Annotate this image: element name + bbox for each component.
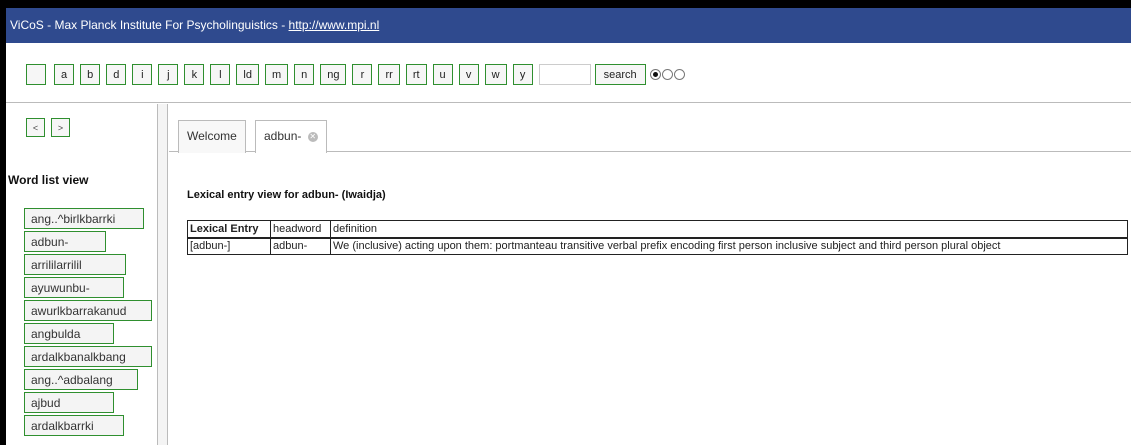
letter-button[interactable]: v	[458, 64, 479, 85]
table-header-row: Lexical Entry headword definition	[187, 220, 1128, 239]
word-list-item[interactable]: ang..^adbalang	[24, 369, 138, 390]
letter-buttons: a b d i j k l ld m n ng r rr rt u v w y …	[26, 64, 686, 85]
table-row: [adbun-] adbun- We (inclusive) acting up…	[187, 237, 1128, 255]
letter-button[interactable]: rt	[405, 64, 427, 85]
tab-welcome[interactable]: Welcome	[178, 120, 246, 153]
table-cell: [adbun-]	[187, 237, 271, 255]
table-cell: We (inclusive) acting upon them: portman…	[330, 237, 1128, 255]
pane-splitter[interactable]	[158, 104, 168, 445]
column-header: definition	[330, 220, 1128, 239]
entry-view-title: Lexical entry view for adbun- (Iwaidja)	[187, 189, 386, 201]
letter-button-blank[interactable]	[26, 64, 46, 85]
word-list: ang..^birlkbarrki adbun- arrililarrilil …	[24, 208, 152, 438]
letter-button[interactable]: i	[132, 64, 153, 85]
letter-button[interactable]: y	[512, 64, 533, 85]
word-list-item[interactable]: ayuwunbu-	[24, 277, 124, 298]
title-text: ViCoS - Max Planck Institute For Psychol…	[10, 18, 289, 32]
letter-button[interactable]: n	[294, 64, 315, 85]
prev-page-button[interactable]: <	[26, 118, 45, 137]
close-icon[interactable]: ✕	[307, 132, 318, 142]
main-panel: Welcome adbun- ✕ Lexical entry view for …	[169, 104, 1131, 445]
letter-button[interactable]: rr	[378, 64, 400, 85]
letter-button[interactable]: b	[80, 64, 101, 85]
word-list-item[interactable]: angbulda	[24, 323, 114, 344]
letter-button[interactable]: u	[432, 64, 453, 85]
letter-button[interactable]: ld	[236, 64, 259, 85]
letter-button[interactable]: a	[54, 64, 75, 85]
lexical-entry-table: Lexical Entry headword definition [adbun…	[187, 220, 1128, 255]
tab-label: adbun-	[264, 129, 302, 143]
letter-button[interactable]: j	[158, 64, 179, 85]
letter-button[interactable]: r	[352, 64, 373, 85]
table-cell: adbun-	[270, 237, 331, 255]
app-window: ViCoS - Max Planck Institute For Psychol…	[6, 8, 1131, 445]
column-header: Lexical Entry	[187, 220, 271, 239]
pager: < >	[26, 118, 76, 137]
search-input[interactable]	[538, 64, 591, 85]
tab-label: Welcome	[187, 129, 237, 143]
letter-toolbar: a b d i j k l ld m n ng r rr rt u v w y …	[6, 43, 1131, 103]
search-mode-radio-3[interactable]	[673, 69, 685, 80]
word-list-item[interactable]: ang..^birlkbarrki	[24, 208, 144, 229]
column-header: headword	[270, 220, 331, 239]
title-link[interactable]: http://www.mpi.nl	[289, 18, 380, 32]
word-list-item[interactable]: adbun-	[24, 231, 106, 252]
word-list-item[interactable]: ardalkbarrki	[24, 415, 124, 436]
search-button[interactable]: search	[594, 64, 646, 85]
title-bar: ViCoS - Max Planck Institute For Psychol…	[6, 8, 1131, 43]
letter-button[interactable]: m	[264, 64, 289, 85]
next-page-button[interactable]: >	[51, 118, 70, 137]
letter-button[interactable]: d	[106, 64, 127, 85]
search-mode-radio-2[interactable]	[661, 69, 673, 80]
letter-button[interactable]: ng	[320, 64, 347, 85]
letter-button[interactable]: l	[210, 64, 231, 85]
word-list-item[interactable]: ajbud	[24, 392, 114, 413]
search-mode-radio-1[interactable]	[649, 69, 661, 80]
letter-button[interactable]: k	[184, 64, 205, 85]
word-list-sidebar: < > Word list view ang..^birlkbarrki adb…	[6, 104, 158, 445]
tab-adbun[interactable]: adbun- ✕	[255, 120, 327, 153]
word-list-item[interactable]: awurlkbarrakanud	[24, 300, 152, 321]
word-list-item[interactable]: ardalkbanalkbang	[24, 346, 152, 367]
word-list-item[interactable]: arrililarrilil	[24, 254, 126, 275]
tab-bar: Welcome adbun- ✕	[169, 120, 1131, 153]
word-list-title: Word list view	[8, 173, 89, 187]
letter-button[interactable]: w	[484, 64, 507, 85]
